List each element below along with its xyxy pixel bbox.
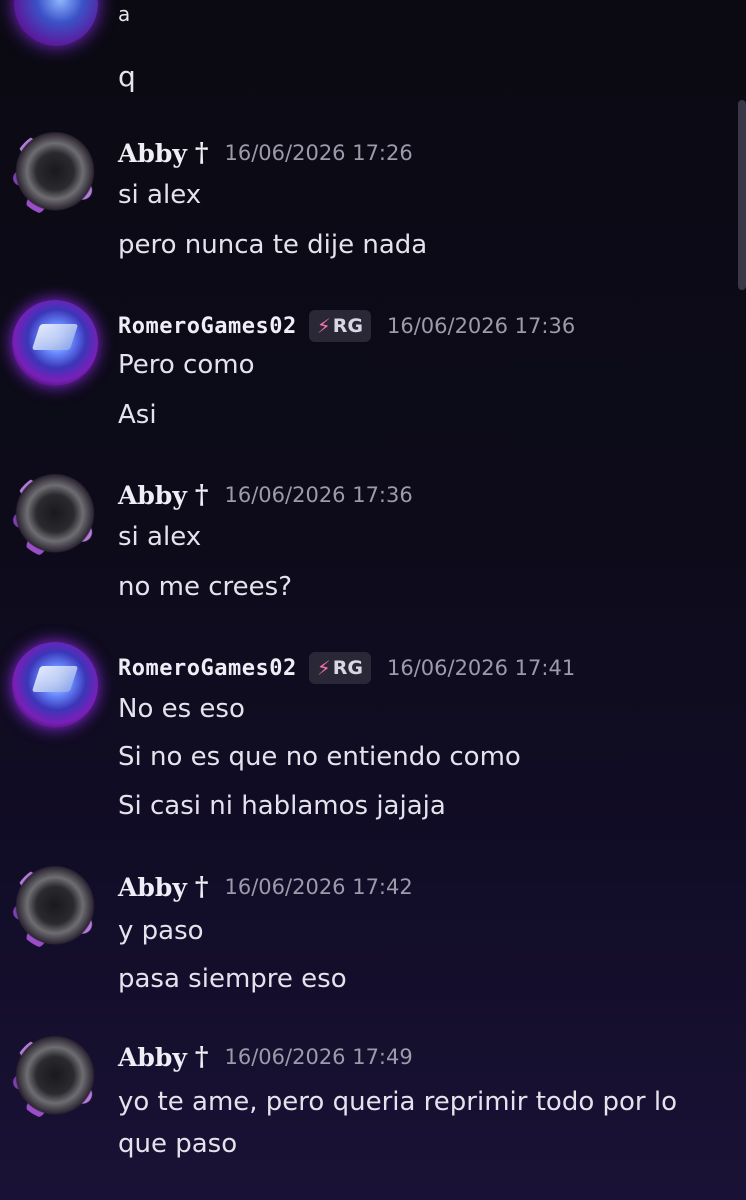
- message-line: Asi: [118, 400, 157, 430]
- timestamp: 16/06/2026 17:41: [386, 656, 576, 680]
- username[interactable]: Abby: [118, 1043, 187, 1072]
- lightning-icon: ⚡: [316, 656, 331, 680]
- cross-icon: †: [194, 480, 209, 510]
- message-line: que paso: [118, 1129, 238, 1159]
- timestamp: 16/06/2026 17:42: [224, 875, 413, 899]
- message-line: a: [118, 2, 131, 26]
- avatar-abby[interactable]: [12, 864, 98, 950]
- chat-messages: a q Abby † 16/06/2026 17:26 si alex pero…: [0, 0, 746, 1200]
- cross-icon: †: [194, 872, 209, 902]
- timestamp: 16/06/2026 17:49: [224, 1045, 413, 1069]
- message-header: Abby † 16/06/2026 17:42: [118, 872, 413, 902]
- cross-icon: †: [194, 138, 209, 168]
- message-line: no me crees?: [118, 572, 292, 602]
- username[interactable]: Abby: [118, 481, 187, 510]
- message-header: RomeroGames02 ⚡ RG 16/06/2026 17:41: [118, 652, 576, 684]
- message-line: Si casi ni hablamos jajaja: [118, 791, 446, 821]
- username[interactable]: Abby: [118, 873, 187, 902]
- message-header: Abby † 16/06/2026 17:36: [118, 480, 413, 510]
- message-line: si alex: [118, 180, 202, 210]
- message-line: yo te ame, pero queria reprimir todo por…: [118, 1087, 677, 1117]
- server-tag[interactable]: ⚡ RG: [308, 652, 371, 684]
- tag-label: RG: [332, 315, 363, 337]
- message-line: No es eso: [118, 694, 245, 724]
- avatar-abby[interactable]: [12, 130, 98, 216]
- tag-label: RG: [332, 657, 363, 679]
- message-line: q: [118, 60, 136, 93]
- message-header: Abby † 16/06/2026 17:49: [118, 1042, 413, 1072]
- timestamp: 16/06/2026 17:36: [224, 483, 413, 507]
- timestamp: 16/06/2026 17:26: [224, 141, 413, 165]
- lightning-icon: ⚡: [316, 314, 331, 338]
- message-line: pero nunca te dije nada: [118, 230, 428, 260]
- message-line: pasa siempre eso: [118, 964, 347, 994]
- username[interactable]: RomeroGames02: [118, 314, 297, 339]
- avatar-romero[interactable]: [12, 642, 98, 728]
- server-tag[interactable]: ⚡ RG: [308, 310, 371, 342]
- message-line: y paso: [118, 916, 204, 946]
- scrollbar[interactable]: [738, 100, 746, 290]
- message-header: RomeroGames02 ⚡ RG 16/06/2026 17:36: [118, 310, 576, 342]
- avatar-abby[interactable]: [12, 1034, 98, 1120]
- avatar-abby[interactable]: [12, 472, 98, 558]
- message-line: si alex: [118, 522, 202, 552]
- username[interactable]: Abby: [118, 139, 187, 168]
- message-line: Pero como: [118, 350, 255, 380]
- message-line: Si no es que no entiendo como: [118, 742, 521, 772]
- avatar-romero[interactable]: [12, 300, 98, 386]
- timestamp: 16/06/2026 17:36: [386, 314, 576, 338]
- message-header: Abby † 16/06/2026 17:26: [118, 138, 413, 168]
- username[interactable]: RomeroGames02: [118, 656, 297, 681]
- cross-icon: †: [194, 1042, 209, 1072]
- avatar-romero[interactable]: [14, 0, 98, 46]
